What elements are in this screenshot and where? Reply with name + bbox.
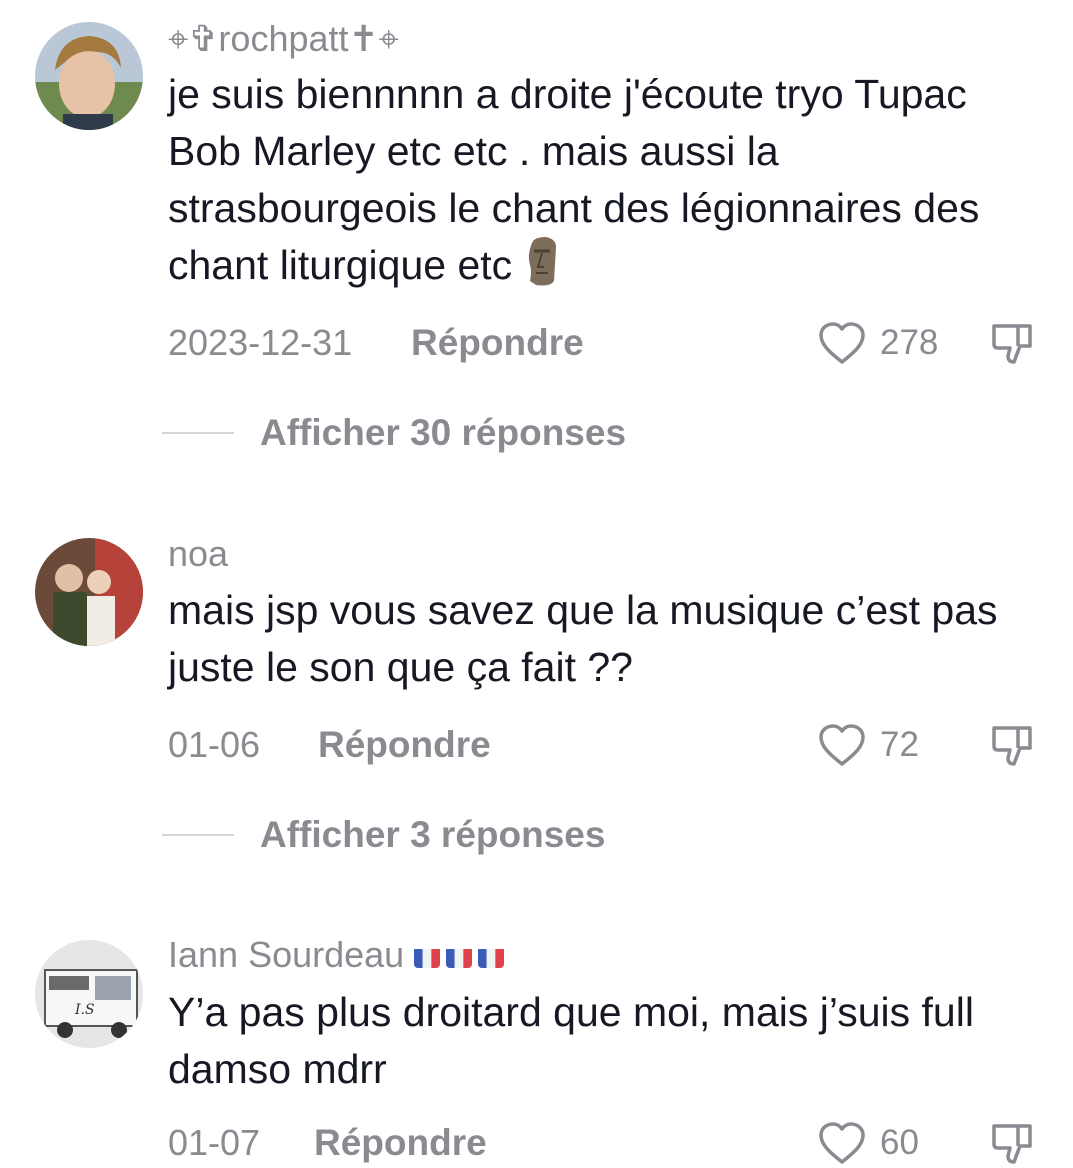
- thumbs-down-icon: [992, 324, 1032, 364]
- comment-date: 01-07: [168, 1122, 261, 1163]
- like-count: 72: [880, 725, 919, 764]
- france-flag-icon: [478, 942, 505, 968]
- comment-meta: 01-06 Répondre 72: [168, 720, 1043, 770]
- divider-line: [162, 432, 234, 434]
- username-text: noa: [168, 533, 229, 574]
- avatar[interactable]: I.S: [35, 940, 143, 1048]
- avatar-image: [35, 538, 143, 646]
- france-flag-icon: [446, 942, 473, 968]
- comment-text: Y’a pas plus droitard que moi, mais j’su…: [168, 984, 1038, 1098]
- heart-icon: [819, 322, 865, 364]
- avatar-image: I.S: [35, 940, 143, 1048]
- thumbs-down-icon: [992, 1124, 1032, 1164]
- like-button[interactable]: 278: [818, 318, 938, 368]
- comment-body: je suis biennnnn a droite j'écoute tryo …: [168, 71, 980, 288]
- comment-username[interactable]: Iann Sourdeau: [168, 934, 505, 976]
- comment-text: je suis biennnnn a droite j'écoute tryo …: [168, 66, 1038, 294]
- view-replies-button[interactable]: Afficher 3 réponses: [162, 810, 605, 860]
- avatar[interactable]: [35, 538, 143, 646]
- dislike-button[interactable]: [988, 318, 1038, 368]
- view-replies-button[interactable]: Afficher 30 réponses: [162, 408, 626, 458]
- view-replies-label: Afficher 3 réponses: [260, 814, 606, 855]
- reply-button[interactable]: Répondre: [314, 1118, 487, 1168]
- dislike-button[interactable]: [988, 1118, 1038, 1168]
- flags: [414, 942, 505, 968]
- france-flag-icon: [414, 942, 441, 968]
- like-count: 278: [880, 323, 939, 362]
- comment-meta: 2023-12-31 Répondre 278: [168, 318, 1043, 368]
- heart-icon: [819, 1122, 865, 1164]
- comment-date: 2023-12-31: [168, 322, 353, 363]
- comment-text: mais jsp vous savez que la musique c’est…: [168, 582, 1038, 696]
- like-button[interactable]: 72: [818, 720, 919, 770]
- comment-username[interactable]: ⌖✞rochpatt✝⌖: [168, 18, 399, 61]
- comment-body: Y’a pas plus droitard que moi, mais j’su…: [168, 989, 974, 1092]
- view-replies-label: Afficher 30 réponses: [260, 412, 627, 453]
- username-text: Iann Sourdeau: [168, 934, 405, 975]
- divider-line: [162, 834, 234, 836]
- like-count: 60: [880, 1123, 919, 1162]
- heart-icon: [819, 724, 865, 766]
- thumbs-down-icon: [992, 726, 1032, 766]
- reply-button[interactable]: Répondre: [318, 720, 491, 770]
- reply-button[interactable]: Répondre: [411, 318, 584, 368]
- like-button[interactable]: 60: [818, 1118, 919, 1168]
- comment-meta: 01-07 Répondre 60: [168, 1118, 1043, 1168]
- avatar[interactable]: [35, 22, 143, 130]
- avatar-image: [35, 22, 143, 130]
- svg-text:I.S: I.S: [74, 1002, 95, 1018]
- comment-username[interactable]: noa: [168, 533, 228, 575]
- comment-date: 01-06: [168, 724, 261, 765]
- dislike-button[interactable]: [988, 720, 1038, 770]
- username-text: ⌖✞rochpatt✝⌖: [168, 18, 399, 59]
- comment-body: mais jsp vous savez que la musique c’est…: [168, 587, 998, 690]
- moai-icon: [524, 237, 560, 287]
